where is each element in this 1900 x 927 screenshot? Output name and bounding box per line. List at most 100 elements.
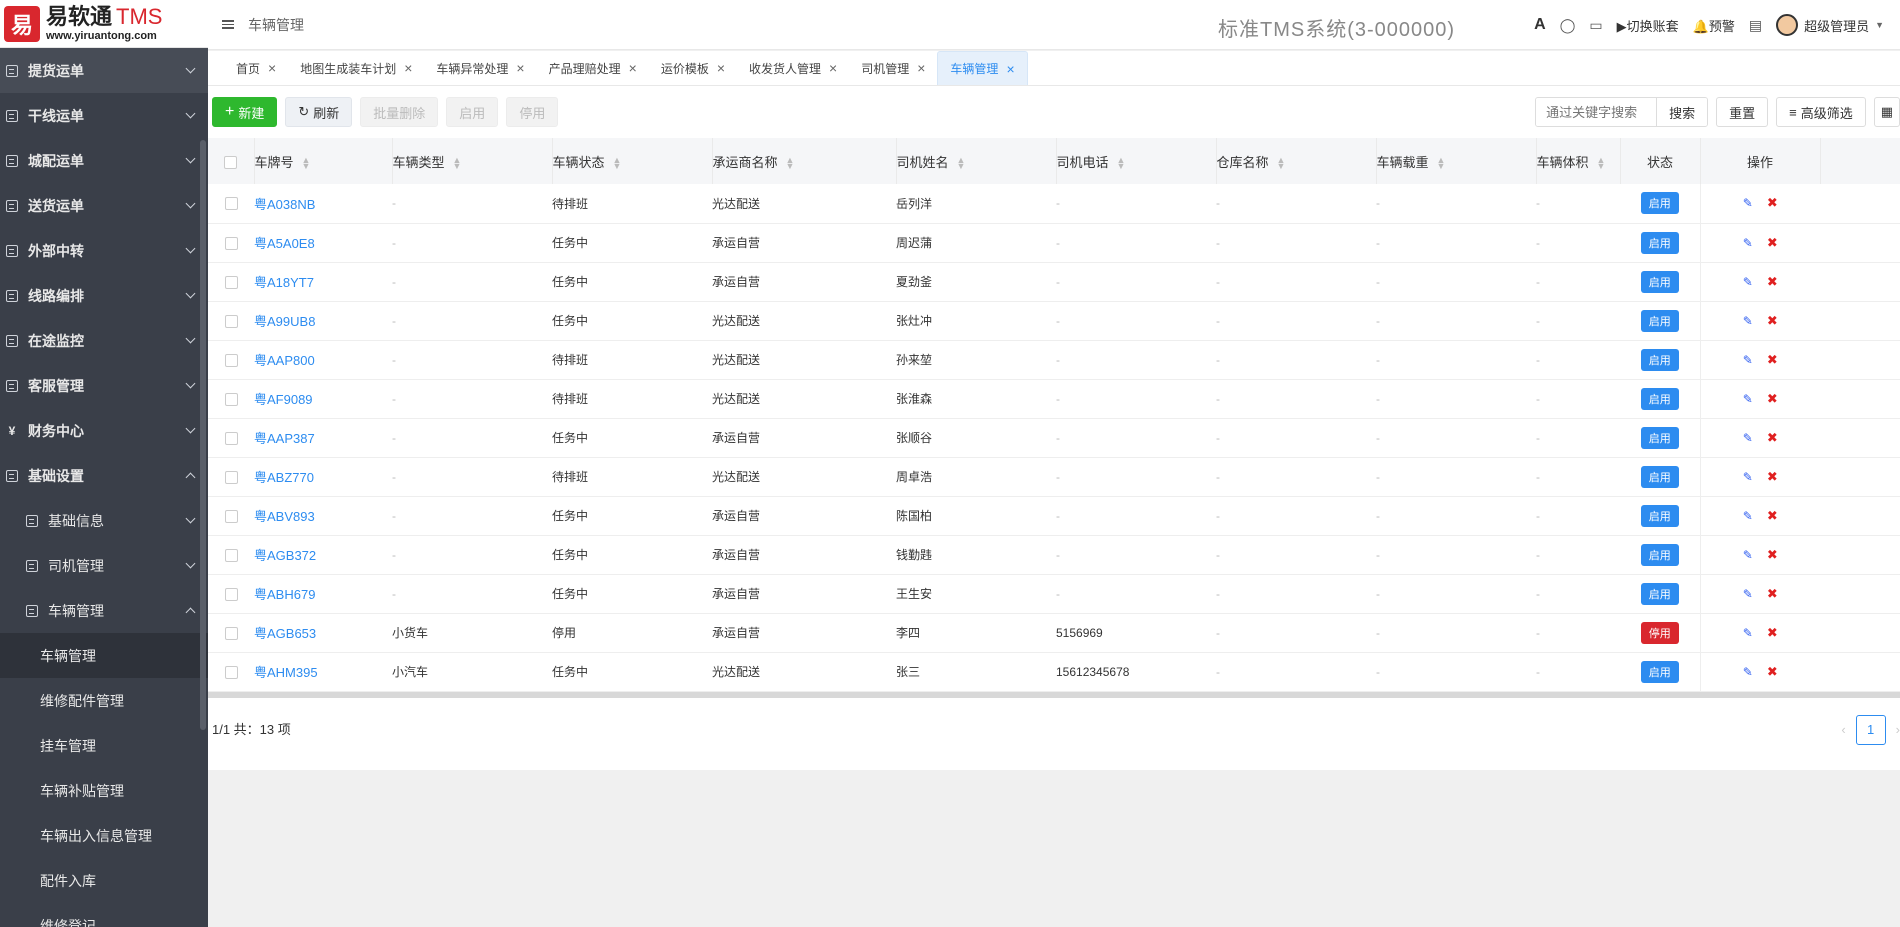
- next-page-icon[interactable]: ›: [1896, 722, 1900, 737]
- sidebar-item[interactable]: 挂车管理: [0, 723, 208, 768]
- sidebar-item[interactable]: 配件入库: [0, 858, 208, 903]
- table-row[interactable]: 粤A5A0E8 - 任务中 承运自营 周迟蒲 - - - - 启用 ✎ ✖: [208, 223, 1900, 262]
- sidebar-item[interactable]: 车辆管理: [0, 588, 208, 633]
- edit-icon[interactable]: ✎: [1743, 548, 1753, 562]
- row-checkbox[interactable]: [224, 509, 238, 523]
- sidebar-item[interactable]: 车辆补贴管理: [0, 768, 208, 813]
- delete-icon[interactable]: ✖: [1767, 195, 1778, 211]
- close-icon[interactable]: ×: [717, 60, 725, 76]
- row-checkbox[interactable]: [224, 392, 238, 406]
- close-icon[interactable]: ×: [516, 60, 524, 76]
- select-all-checkbox[interactable]: [224, 155, 238, 169]
- delete-icon[interactable]: ✖: [1767, 586, 1778, 602]
- enable-button[interactable]: 启用: [446, 97, 499, 127]
- close-icon[interactable]: ×: [1006, 61, 1014, 77]
- plate-link[interactable]: 粤AAP387: [254, 431, 315, 446]
- row-checkbox[interactable]: [224, 587, 238, 601]
- table-row[interactable]: 粤ABZ770 - 待排班 光达配送 周卓浩 - - - - 启用 ✎ ✖: [208, 457, 1900, 496]
- edit-icon[interactable]: ✎: [1743, 665, 1753, 679]
- edit-icon[interactable]: ✎: [1743, 470, 1753, 484]
- plate-link[interactable]: 粤ABH679: [254, 587, 315, 602]
- table-row[interactable]: 粤A038NB - 待排班 光达配送 岳列洋 - - - - 启用 ✎ ✖: [208, 184, 1900, 223]
- tab[interactable]: 司机管理 ×: [849, 51, 937, 85]
- sort-icon[interactable]: ▲ ▼: [1117, 156, 1126, 171]
- edit-icon[interactable]: ✎: [1743, 353, 1753, 367]
- column-header[interactable]: 车辆载重 ▲ ▼: [1376, 138, 1537, 184]
- sidebar-item[interactable]: 提货运单: [0, 48, 208, 93]
- sidebar-item[interactable]: 外部中转: [0, 228, 208, 273]
- row-checkbox[interactable]: [224, 353, 238, 367]
- sidebar-item[interactable]: 基础设置: [0, 453, 208, 498]
- sort-icon[interactable]: ▲ ▼: [1597, 156, 1606, 171]
- page-button[interactable]: 1: [1855, 714, 1886, 745]
- column-header[interactable]: 司机电话 ▲ ▼: [1056, 138, 1217, 184]
- close-icon[interactable]: ×: [917, 60, 925, 76]
- sidebar-item[interactable]: 基础信息: [0, 498, 208, 543]
- plate-link[interactable]: 粤AAP800: [254, 353, 315, 368]
- edit-icon[interactable]: ✎: [1743, 392, 1753, 406]
- plate-link[interactable]: 粤A038NB: [254, 197, 315, 212]
- row-checkbox[interactable]: [224, 431, 238, 445]
- switch-account-button[interactable]: ▶切换账套: [1617, 16, 1679, 35]
- delete-icon[interactable]: ✖: [1767, 469, 1778, 485]
- search-button[interactable]: 搜索: [1656, 98, 1708, 126]
- sidebar-item[interactable]: 维修配件管理: [0, 678, 208, 723]
- close-icon[interactable]: ×: [404, 60, 412, 76]
- column-header[interactable]: 司机姓名 ▲ ▼: [896, 138, 1057, 184]
- sort-icon[interactable]: ▲ ▼: [302, 156, 311, 171]
- tab[interactable]: 产品理赔处理 ×: [537, 51, 649, 85]
- disable-button[interactable]: 停用: [506, 97, 559, 127]
- table-row[interactable]: 粤AAP800 - 待排班 光达配送 孙来堃 - - - - 启用 ✎ ✖: [208, 340, 1900, 379]
- delete-icon[interactable]: ✖: [1767, 391, 1778, 407]
- edit-icon[interactable]: ✎: [1743, 275, 1753, 289]
- alert-button[interactable]: 🔔预警: [1693, 16, 1735, 35]
- reset-button[interactable]: 重置: [1716, 97, 1769, 127]
- plate-link[interactable]: 粤AGB372: [254, 548, 316, 563]
- sort-icon[interactable]: ▲ ▼: [453, 156, 462, 171]
- search-input[interactable]: [1536, 98, 1657, 126]
- delete-icon[interactable]: ✖: [1767, 625, 1778, 641]
- edit-icon[interactable]: ✎: [1743, 314, 1753, 328]
- table-row[interactable]: 粤AF9089 - 待排班 光达配送 张淮森 - - - - 启用 ✎ ✖: [208, 379, 1900, 418]
- close-icon[interactable]: ×: [829, 60, 837, 76]
- tab[interactable]: 首页 ×: [224, 51, 288, 85]
- delete-icon[interactable]: ✖: [1767, 235, 1778, 251]
- edit-icon[interactable]: ✎: [1743, 587, 1753, 601]
- sidebar-item[interactable]: 干线运单: [0, 93, 208, 138]
- delete-icon[interactable]: ✖: [1767, 313, 1778, 329]
- row-checkbox[interactable]: [224, 197, 238, 211]
- edit-icon[interactable]: ✎: [1743, 509, 1753, 523]
- sort-icon[interactable]: ▲ ▼: [1437, 156, 1446, 171]
- delete-icon[interactable]: ✖: [1767, 508, 1778, 524]
- delete-icon[interactable]: ✖: [1767, 430, 1778, 446]
- edit-icon[interactable]: ✎: [1743, 236, 1753, 250]
- sort-icon[interactable]: ▲ ▼: [786, 156, 795, 171]
- sidebar-scrollbar[interactable]: [200, 140, 206, 730]
- sort-icon[interactable]: ▲ ▼: [957, 156, 966, 171]
- user-menu[interactable]: 超级管理员 ▼: [1776, 14, 1884, 36]
- prev-page-icon[interactable]: ‹: [1841, 722, 1845, 737]
- row-checkbox[interactable]: [224, 314, 238, 328]
- sidebar-item[interactable]: 司机管理: [0, 543, 208, 588]
- tab[interactable]: 车辆异常处理 ×: [424, 51, 536, 85]
- plate-link[interactable]: 粤A5A0E8: [254, 236, 315, 251]
- row-checkbox[interactable]: [224, 470, 238, 484]
- table-row[interactable]: 粤A99UB8 - 任务中 光达配送 张灶冲 - - - - 启用 ✎ ✖: [208, 301, 1900, 340]
- user-profile-icon[interactable]: ◯: [1560, 17, 1576, 34]
- close-icon[interactable]: ×: [268, 60, 276, 76]
- delete-icon[interactable]: ✖: [1767, 664, 1778, 680]
- sort-icon[interactable]: ▲ ▼: [613, 156, 622, 171]
- row-checkbox[interactable]: [224, 275, 238, 289]
- monitor-icon[interactable]: ▭: [1589, 17, 1602, 34]
- column-header[interactable]: 车辆类型 ▲ ▼: [392, 138, 553, 184]
- plate-link[interactable]: 粤AGB653: [254, 626, 316, 641]
- row-checkbox[interactable]: [224, 665, 238, 679]
- plate-link[interactable]: 粤ABZ770: [254, 470, 314, 485]
- edit-icon[interactable]: ✎: [1743, 196, 1753, 210]
- edit-icon[interactable]: ✎: [1743, 431, 1753, 445]
- close-icon[interactable]: ×: [629, 60, 637, 76]
- table-row[interactable]: 粤ABV893 - 任务中 承运自营 陈国柏 - - - - 启用 ✎ ✖: [208, 496, 1900, 535]
- table-row[interactable]: 粤ABH679 - 任务中 承运自营 王生安 - - - - 启用 ✎ ✖: [208, 574, 1900, 613]
- sidebar-item[interactable]: 车辆出入信息管理: [0, 813, 208, 858]
- column-header[interactable]: 仓库名称 ▲ ▼: [1216, 138, 1377, 184]
